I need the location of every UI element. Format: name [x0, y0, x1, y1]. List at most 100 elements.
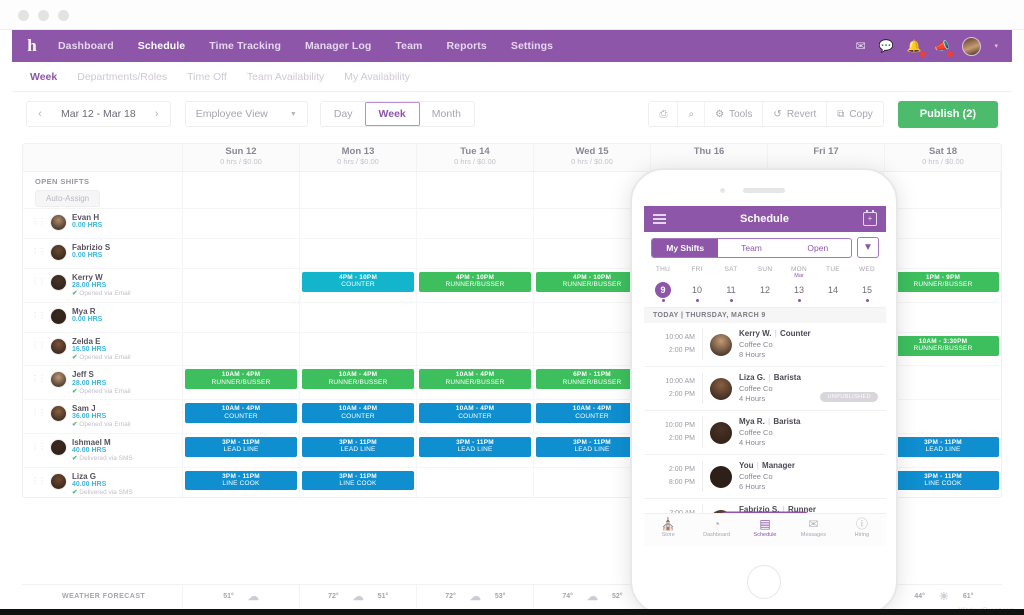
revert-button[interactable]: ↺Revert [763, 102, 827, 126]
shift-cell-1[interactable]: 3PM - 11PMLEAD LINE [300, 434, 417, 467]
shift-cell-6[interactable] [885, 303, 1001, 332]
shift-block[interactable]: 3PM - 11PMLINE COOK [185, 471, 297, 491]
add-calendar-icon[interactable]: + [863, 212, 877, 226]
shift-block[interactable]: 10AM - 4PMCOUNTER [419, 403, 531, 423]
shift-block[interactable]: 10AM - 4PMCOUNTER [302, 403, 414, 423]
shift-cell-2[interactable] [417, 468, 534, 498]
auto-assign-button[interactable]: Auto-Assign [35, 190, 100, 207]
shift-block[interactable]: 10AM - 4PMRUNNER/BUSSER [302, 369, 414, 389]
mail-icon[interactable]: ✉ [856, 40, 866, 52]
shift-cell-1[interactable] [300, 209, 417, 238]
shift-cell-2[interactable]: 10AM - 4PMCOUNTER [417, 400, 534, 433]
filter-icon[interactable]: ▼ [857, 237, 879, 258]
shift-cell-2[interactable] [417, 209, 534, 238]
nav-item-time-tracking[interactable]: Time Tracking [197, 40, 293, 52]
open-shift-cell-6[interactable] [884, 172, 1001, 208]
shift-cell-1[interactable]: 10AM - 4PMRUNNER/BUSSER [300, 366, 417, 399]
shift-cell-6[interactable]: 1PM - 9PMRUNNER/BUSSER [885, 269, 1001, 302]
shift-cell-6[interactable] [885, 209, 1001, 238]
subnav-item-team-availability[interactable]: Team Availability [237, 71, 334, 83]
subnav-item-time-off[interactable]: Time Off [177, 71, 237, 83]
phone-date-12[interactable]: SUN12 [748, 266, 782, 302]
shift-block[interactable]: 3PM - 11PMLINE COOK [887, 471, 999, 491]
shift-block[interactable]: 3PM - 11PMLEAD LINE [185, 437, 297, 457]
phone-date-15[interactable]: WED15 [850, 266, 884, 302]
nav-item-reports[interactable]: Reports [434, 40, 498, 52]
drag-handle-icon[interactable]: ⋮⋮ [31, 213, 45, 227]
open-shift-cell-1[interactable] [300, 172, 417, 208]
shift-cell-6[interactable]: 10AM - 3:30PMRUNNER/BUSSER [885, 333, 1001, 366]
shift-cell-0[interactable] [183, 333, 300, 366]
view-select[interactable]: Employee View ▼ [185, 101, 308, 127]
hamburger-icon[interactable] [653, 214, 666, 224]
shift-cell-2[interactable]: 3PM - 11PMLEAD LINE [417, 434, 534, 467]
shift-cell-6[interactable]: 3PM - 11PMLEAD LINE [885, 434, 1001, 467]
chevron-down-icon[interactable]: ▾ [994, 42, 998, 50]
maximize-icon[interactable] [58, 10, 69, 21]
nav-item-schedule[interactable]: Schedule [126, 40, 197, 52]
drag-handle-icon[interactable]: ⋮⋮ [31, 404, 45, 418]
phone-segment-open[interactable]: Open [785, 239, 851, 257]
list-item[interactable]: 2:00 PM8:00 PMYou | ManagerCoffee Co6 Ho… [644, 455, 886, 499]
shift-cell-6[interactable] [885, 400, 1001, 433]
shift-cell-0[interactable] [183, 303, 300, 332]
subnav-item-my-availability[interactable]: My Availability [334, 71, 420, 83]
shift-cell-6[interactable] [885, 239, 1001, 268]
print-button[interactable]: ⎙ [649, 102, 678, 126]
shift-cell-1[interactable]: 10AM - 4PMCOUNTER [300, 400, 417, 433]
shift-cell-6[interactable]: 3PM - 11PMLINE COOK [885, 468, 1001, 498]
window-controls[interactable] [18, 10, 69, 21]
phone-segment-my-shifts[interactable]: My Shifts [652, 239, 718, 257]
phone-tab-messages[interactable]: ✉Messages [789, 514, 837, 546]
shift-cell-6[interactable] [885, 366, 1001, 399]
copy-button[interactable]: ⧉Copy [827, 102, 883, 126]
chat-icon[interactable]: 💬 [879, 40, 894, 52]
prev-week-button[interactable]: ‹ [27, 108, 53, 120]
list-item[interactable]: 10:00 AM2:00 PMKerry W. | CounterCoffee … [644, 323, 886, 367]
shift-block[interactable]: 4PM - 10PMRUNNER/BUSSER [419, 272, 531, 292]
drag-handle-icon[interactable]: ⋮⋮ [31, 370, 45, 384]
open-shift-cell-0[interactable] [183, 172, 300, 208]
phone-segment-team[interactable]: Team [718, 239, 784, 257]
subnav-item-week[interactable]: Week [20, 71, 67, 83]
subnav-item-departments-roles[interactable]: Departments/Roles [67, 71, 177, 83]
drag-handle-icon[interactable]: ⋮⋮ [31, 243, 45, 257]
next-week-button[interactable]: › [144, 108, 170, 120]
shift-cell-0[interactable]: 3PM - 11PMLEAD LINE [183, 434, 300, 467]
shift-cell-2[interactable] [417, 303, 534, 332]
list-item[interactable]: 10:00 AM2:00 PMLiza G. | BaristaCoffee C… [644, 367, 886, 411]
phone-tab-hiring[interactable]: ⓘHiring [838, 514, 886, 546]
shift-block[interactable]: 3PM - 11PMLEAD LINE [302, 437, 414, 457]
phone-date-10[interactable]: FRI10 [680, 266, 714, 302]
shift-block[interactable]: 3PM - 11PMLINE COOK [302, 471, 414, 491]
nav-item-manager-log[interactable]: Manager Log [293, 40, 383, 52]
phone-date-14[interactable]: TUE14 [816, 266, 850, 302]
drag-handle-icon[interactable]: ⋮⋮ [31, 307, 45, 321]
shift-cell-0[interactable] [183, 209, 300, 238]
drag-handle-icon[interactable]: ⋮⋮ [31, 337, 45, 351]
shift-cell-2[interactable]: 10AM - 4PMRUNNER/BUSSER [417, 366, 534, 399]
drag-handle-icon[interactable]: ⋮⋮ [31, 472, 45, 486]
shift-block[interactable]: 4PM - 10PMCOUNTER [302, 272, 414, 292]
shift-cell-0[interactable]: 10AM - 4PMCOUNTER [183, 400, 300, 433]
shift-block[interactable]: 3PM - 11PMLEAD LINE [419, 437, 531, 457]
shift-cell-0[interactable]: 10AM - 4PMRUNNER/BUSSER [183, 366, 300, 399]
publish-button[interactable]: Publish (2) [898, 101, 998, 128]
shift-cell-0[interactable] [183, 269, 300, 302]
drag-handle-icon[interactable]: ⋮⋮ [31, 273, 45, 287]
drag-handle-icon[interactable]: ⋮⋮ [31, 438, 45, 452]
shift-block[interactable]: 10AM - 4PMRUNNER/BUSSER [419, 369, 531, 389]
range-tab-month[interactable]: Month [419, 102, 474, 126]
phone-date-13[interactable]: MONMar13 [782, 266, 816, 302]
nav-item-dashboard[interactable]: Dashboard [46, 40, 126, 52]
shift-block[interactable]: 1PM - 9PMRUNNER/BUSSER [887, 272, 999, 292]
shift-block[interactable]: 10AM - 4PMCOUNTER [185, 403, 297, 423]
nav-item-settings[interactable]: Settings [499, 40, 565, 52]
nav-item-team[interactable]: Team [383, 40, 434, 52]
minimize-icon[interactable] [38, 10, 49, 21]
shift-cell-1[interactable]: 4PM - 10PMCOUNTER [300, 269, 417, 302]
phone-tab-store[interactable]: ⛪Store [644, 514, 692, 546]
shift-cell-1[interactable]: 3PM - 11PMLINE COOK [300, 468, 417, 498]
phone-tab-dashboard[interactable]: ◔Dashboard [692, 514, 740, 546]
phone-home-button[interactable] [747, 565, 781, 599]
